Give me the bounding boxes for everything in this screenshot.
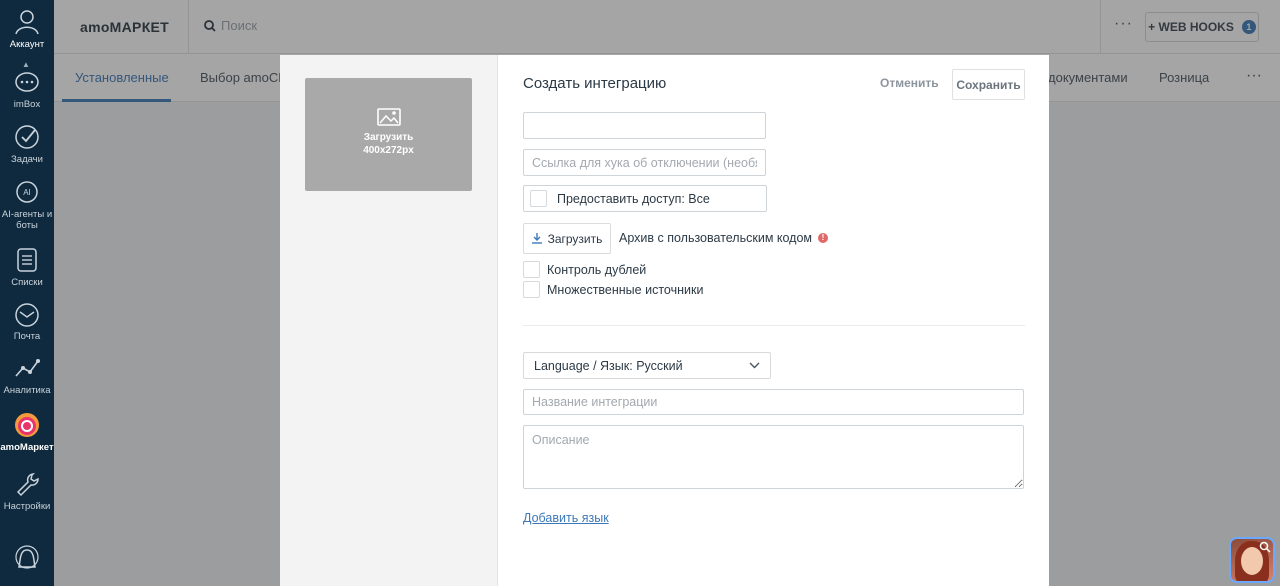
sidebar-item-lists[interactable]: Списки	[0, 246, 54, 288]
integration-name-input[interactable]	[523, 389, 1024, 415]
create-integration-modal: Загрузить 400x272px Создать интеграцию О…	[280, 55, 1049, 586]
sidebar: Аккаунт ▲ imBox Задачи AI AI-агенты и бо…	[0, 0, 54, 586]
sidebar-item-label: AI-агенты и боты	[1, 209, 53, 231]
modal-title: Создать интеграцию	[523, 75, 667, 92]
sidebar-item-imbox[interactable]: imBox	[0, 70, 54, 110]
sidebar-item-label: imBox	[13, 99, 41, 110]
bell-icon	[15, 545, 39, 569]
sidebar-item-mail[interactable]: Почта	[0, 302, 54, 342]
wrench-icon	[16, 473, 39, 497]
sidebar-item-tasks[interactable]: Задачи	[0, 123, 54, 165]
market-icon	[15, 413, 39, 437]
list-icon	[17, 248, 37, 272]
unhook-url-input[interactable]	[523, 149, 766, 176]
analytics-icon	[15, 359, 40, 377]
upload-archive-label: Загрузить	[547, 231, 603, 246]
chevron-up-icon: ▲	[22, 60, 30, 69]
duplicate-control-checkbox-row[interactable]: Контроль дублей	[523, 261, 646, 278]
access-label: Предоставить доступ: Все	[557, 191, 710, 206]
sidebar-item-label: Списки	[11, 277, 43, 288]
svg-text:AI: AI	[23, 188, 31, 197]
multiple-sources-checkbox-row[interactable]: Множественные источники	[523, 281, 703, 298]
language-select-value: Language / Язык: Русский	[534, 358, 683, 373]
sidebar-item-analytics[interactable]: Аналитика	[0, 356, 54, 396]
archive-label: Архив с пользовательским кодом !	[619, 231, 829, 245]
sidebar-item-label: Задачи	[11, 154, 43, 165]
redirect-url-input[interactable]	[523, 112, 766, 139]
check-icon	[15, 125, 39, 149]
modal-image-panel: Загрузить 400x272px	[280, 55, 498, 586]
download-icon	[531, 233, 542, 244]
duplicate-control-checkbox[interactable]	[523, 261, 540, 278]
chat-icon	[15, 72, 39, 92]
upload-archive-button[interactable]: Загрузить	[523, 223, 611, 254]
access-checkbox[interactable]	[530, 190, 547, 207]
upload-image-size: 400x272px	[363, 145, 414, 156]
save-button[interactable]: Сохранить	[952, 69, 1025, 100]
section-divider	[523, 325, 1025, 326]
sidebar-item-label: Почта	[13, 331, 41, 342]
sidebar-item-notifications[interactable]	[0, 543, 54, 576]
cancel-button[interactable]: Отменить	[880, 76, 939, 90]
sidebar-item-label: amoМаркет	[0, 442, 54, 453]
search-icon	[1259, 541, 1271, 553]
language-select[interactable]: Language / Язык: Русский	[523, 352, 771, 379]
sidebar-item-label: Аккаунт	[9, 39, 45, 50]
description-textarea[interactable]	[523, 425, 1024, 489]
sidebar-item-account[interactable]: Аккаунт	[0, 6, 54, 50]
multiple-sources-checkbox[interactable]	[523, 281, 540, 298]
chevron-down-icon	[749, 362, 760, 369]
mail-icon	[15, 303, 39, 327]
duplicate-control-label: Контроль дублей	[547, 262, 647, 277]
sidebar-item-amomarket[interactable]: amoМаркет	[0, 411, 54, 453]
archive-label-text: Архив с пользовательским кодом	[619, 231, 813, 245]
sidebar-item-ai-agents[interactable]: AI AI-агенты и боты	[0, 178, 54, 231]
upload-image-button[interactable]: Загрузить 400x272px	[305, 78, 472, 191]
assistant-avatar[interactable]	[1229, 537, 1275, 583]
sidebar-item-settings[interactable]: Настройки	[0, 470, 54, 512]
ai-icon: AI	[16, 181, 38, 203]
add-language-link[interactable]: Добавить язык	[523, 511, 609, 525]
info-icon[interactable]: !	[818, 233, 829, 243]
user-icon	[15, 10, 39, 35]
upload-image-label: Загрузить	[363, 132, 414, 143]
image-icon	[376, 108, 401, 126]
multiple-sources-label: Множественные источники	[547, 282, 704, 297]
access-selector[interactable]: Предоставить доступ: Все	[523, 185, 767, 212]
sidebar-item-label: Настройки	[3, 501, 51, 512]
sidebar-item-label: Аналитика	[3, 385, 51, 396]
